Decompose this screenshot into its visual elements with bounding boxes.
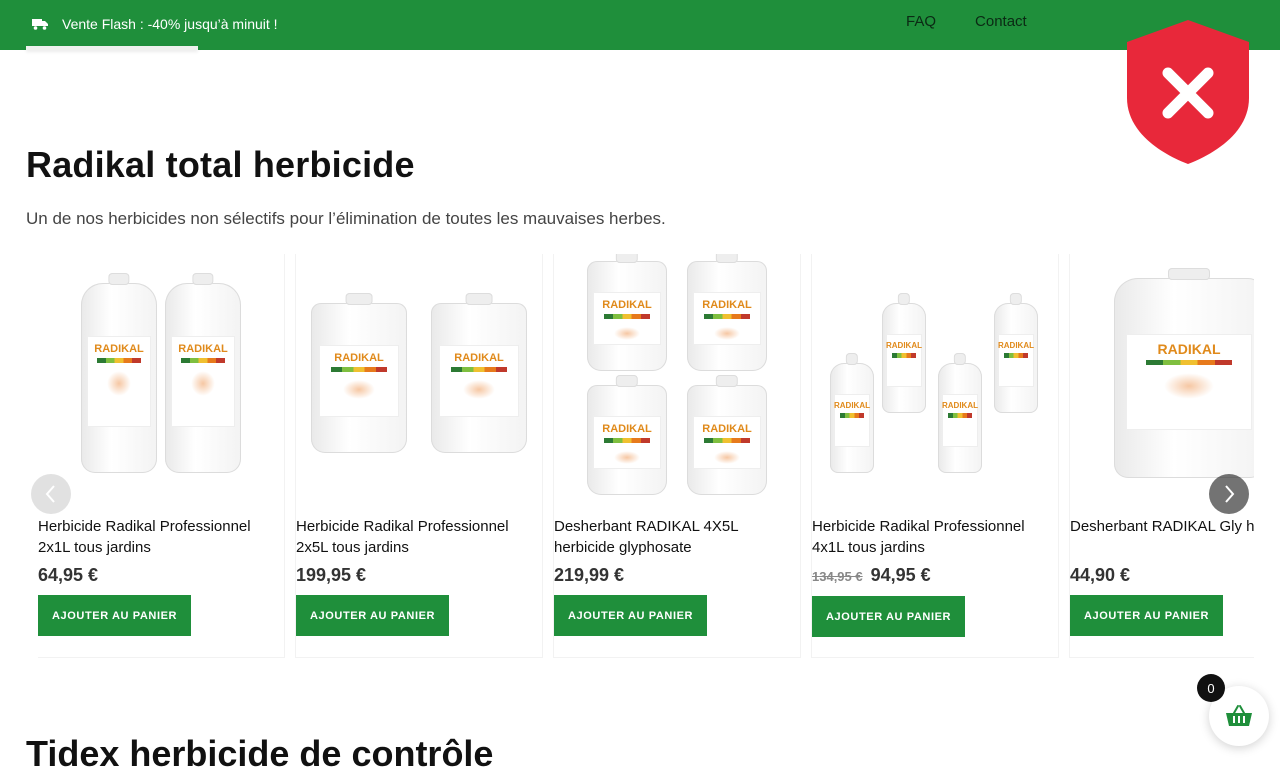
product-price: 64,95 € xyxy=(38,565,99,585)
shield-x-icon[interactable] xyxy=(1127,20,1249,164)
product-image[interactable]: RADIKAL RADIKAL xyxy=(296,254,542,502)
product-image[interactable]: RADIKAL xyxy=(1070,254,1254,502)
carousel-next-button[interactable] xyxy=(1209,474,1249,514)
product-name[interactable]: Desherbant RADIKAL Gly herbicide 5L xyxy=(1070,516,1254,537)
product-name[interactable]: Herbicide Radikal Professionnel 2x1L tou… xyxy=(38,516,282,558)
product-image[interactable]: RADIKAL RADIKAL xyxy=(38,254,284,502)
add-to-cart-button[interactable]: AJOUTER AU PANIER xyxy=(1070,595,1224,636)
top-bar: Vente Flash : -40% jusqu’à minuit ! FAQ … xyxy=(0,0,1280,50)
add-to-cart-button[interactable]: AJOUTER AU PANIER xyxy=(38,595,192,636)
section-title: Radikal total herbicide xyxy=(26,144,415,185)
product-carousel: RADIKAL RADIKAL Herbicide Radikal Profes… xyxy=(38,254,1254,658)
next-section-title: Tidex herbicide de contrôle xyxy=(26,733,494,774)
product-image[interactable]: RADIKAL RADIKAL RADIKAL RADIKAL xyxy=(812,254,1058,502)
add-to-cart-button[interactable]: AJOUTER AU PANIER xyxy=(554,595,708,636)
product-name[interactable]: Herbicide Radikal Professionnel 2x5L tou… xyxy=(296,516,540,558)
truck-icon xyxy=(32,19,48,30)
flash-sale-text: Vente Flash : -40% jusqu’à minuit ! xyxy=(62,16,278,32)
flash-sale-banner: Vente Flash : -40% jusqu’à minuit ! xyxy=(32,16,278,32)
product-price: 219,99 € xyxy=(554,565,625,585)
product-card[interactable]: RADIKAL RADIKAL RADIKAL RADIKAL Herbicid… xyxy=(812,254,1058,657)
product-card[interactable]: RADIKAL RADIKAL Herbicide Radikal Profes… xyxy=(296,254,542,657)
chevron-right-icon xyxy=(1225,485,1235,503)
carousel-prev-button[interactable] xyxy=(31,474,71,514)
cart-count-badge: 0 xyxy=(1197,674,1225,702)
product-name[interactable]: Desherbant RADIKAL 4X5L herbicide glypho… xyxy=(554,516,798,558)
product-price: 199,95 € xyxy=(296,565,367,585)
product-card[interactable]: RADIKAL RADIKAL RADIKAL RADIKAL Desherba… xyxy=(554,254,800,657)
nav-contact-link[interactable]: Contact xyxy=(975,13,1027,30)
nav-faq-link[interactable]: FAQ xyxy=(906,13,936,30)
chevron-left-icon xyxy=(45,485,55,503)
product-price: 134,95 €94,95 € xyxy=(812,565,931,585)
product-card[interactable]: RADIKAL RADIKAL Herbicide Radikal Profes… xyxy=(38,254,284,657)
add-to-cart-button[interactable]: AJOUTER AU PANIER xyxy=(296,595,450,636)
section-subtitle: Un de nos herbicides non sélectifs pour … xyxy=(26,209,666,228)
add-to-cart-button[interactable]: AJOUTER AU PANIER xyxy=(812,596,966,637)
top-nav: FAQ Contact xyxy=(906,13,1027,30)
product-old-price: 134,95 € xyxy=(812,569,863,584)
menu-dropdown-edge xyxy=(26,46,198,50)
product-card[interactable]: RADIKAL Desherbant RADIKAL Gly herbicide… xyxy=(1070,254,1254,657)
product-price: 44,90 € xyxy=(1070,565,1131,585)
basket-icon xyxy=(1226,705,1252,726)
product-image[interactable]: RADIKAL RADIKAL RADIKAL RADIKAL xyxy=(554,254,800,502)
product-name[interactable]: Herbicide Radikal Professionnel 4x1L tou… xyxy=(812,516,1056,558)
